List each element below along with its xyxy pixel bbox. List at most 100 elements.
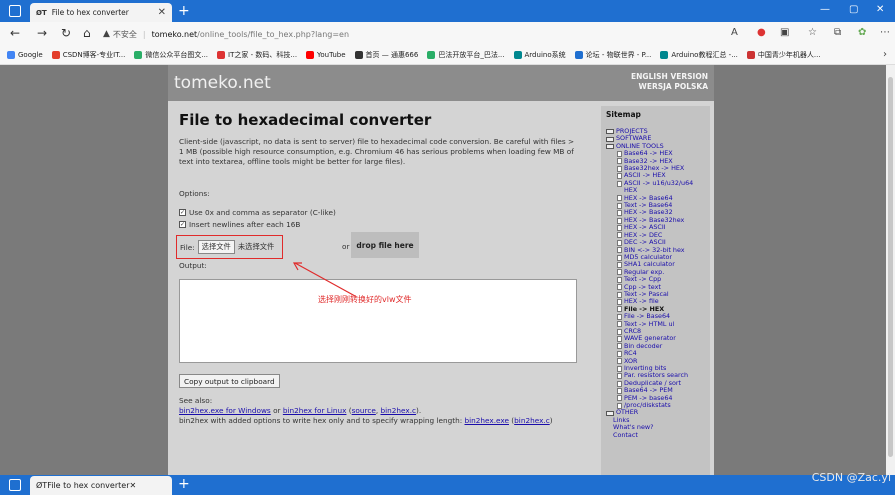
- home-icon[interactable]: ⌂: [83, 26, 91, 40]
- page-icon: [617, 284, 622, 291]
- read-aloud-icon[interactable]: A: [731, 27, 738, 38]
- page-icon: [617, 350, 622, 357]
- see-also-line-2: bin2hex with added options to write hex …: [179, 416, 553, 425]
- csdn-watermark: CSDN @Zac.yi: [811, 471, 891, 484]
- bookmark-item[interactable]: CSDN博客-专业IT...: [51, 50, 125, 60]
- more-menu-icon[interactable]: ⋯: [880, 27, 890, 38]
- page-icon: [617, 276, 622, 283]
- separator-option[interactable]: ✓ Use 0x and comma as separator (C-like): [179, 208, 336, 217]
- bookmark-item[interactable]: 中国青少年机器人...: [746, 50, 821, 60]
- profile-icon[interactable]: ✿: [858, 27, 866, 38]
- choose-file-button[interactable]: 选择文件: [197, 240, 235, 254]
- page-icon: [617, 158, 622, 165]
- maximize-icon[interactable]: ▢: [849, 4, 858, 15]
- back-arrow-icon[interactable]: ←: [10, 26, 20, 40]
- page-icon: [617, 173, 622, 180]
- bin2hex-c-link[interactable]: bin2hex.c: [380, 406, 416, 415]
- bin2hex-c-link-2[interactable]: bin2hex.c: [514, 416, 550, 425]
- sitemap-item[interactable]: Text -> HTML ul: [606, 320, 705, 328]
- bookmark-item[interactable]: Google: [7, 51, 43, 59]
- bookmark-item[interactable]: IT之家 - 数码、科技...: [217, 50, 297, 60]
- bookmark-item[interactable]: YouTube: [306, 51, 346, 59]
- newlines-option[interactable]: ✓ Insert newlines after each 16B: [179, 220, 300, 229]
- browser-tab[interactable]: ØT File to hex converter ✕: [30, 3, 172, 22]
- see-also-label: See also:: [179, 396, 213, 405]
- collections-icon[interactable]: ▣: [780, 27, 789, 38]
- bookmark-item[interactable]: Arduino教程汇总 -...: [660, 50, 738, 60]
- page-icon: [617, 291, 622, 298]
- bookmark-label: YouTube: [317, 51, 346, 59]
- folder-icon: [606, 129, 614, 135]
- sitemap-item[interactable]: RC4: [606, 349, 705, 357]
- forward-arrow-icon[interactable]: →: [37, 26, 47, 40]
- page-icon: [617, 395, 622, 402]
- source-link[interactable]: source: [352, 406, 376, 415]
- close-tab-icon-bottom[interactable]: ✕: [129, 481, 136, 490]
- page-icon: [617, 195, 622, 202]
- url-separator: |: [142, 29, 146, 39]
- bookmark-favicon-icon: [51, 51, 60, 59]
- window-menu-icon[interactable]: [9, 5, 21, 17]
- bookmark-favicon-icon: [217, 51, 226, 59]
- output-textarea[interactable]: [179, 279, 577, 363]
- sitemap-item[interactable]: Contact: [606, 431, 705, 439]
- bookmark-item[interactable]: 论坛 - 物联世界 - P...: [574, 50, 652, 60]
- page-icon: [617, 210, 622, 217]
- annotation-text: 选择刚刚转换好的vlw文件: [318, 295, 412, 304]
- page-icon: [617, 336, 622, 343]
- separator-checkbox[interactable]: ✓: [179, 209, 186, 216]
- or-text: or: [270, 406, 283, 415]
- bookmark-label: 微信公众平台图文...: [145, 51, 209, 59]
- bin2hex-linux-link[interactable]: bin2hex for Linux: [283, 406, 347, 415]
- newlines-checkbox[interactable]: ✓: [179, 221, 186, 228]
- bookmark-label: IT之家 - 数码、科技...: [228, 51, 298, 59]
- window-menu-icon-bottom[interactable]: [9, 479, 21, 491]
- extension-icon[interactable]: ●: [757, 27, 766, 38]
- bookmark-label: Google: [18, 51, 43, 59]
- page-scrollbar[interactable]: [886, 65, 895, 475]
- page-icon: [617, 299, 622, 306]
- reload-icon[interactable]: ↻: [61, 26, 71, 40]
- bookmark-item[interactable]: Arduino系统: [513, 50, 566, 60]
- content-area: File to hexadecimal converter Client-sid…: [168, 101, 714, 475]
- bookmark-label: Arduino教程汇总 -...: [671, 51, 738, 59]
- file-input-row: File: 选择文件 未选择文件: [176, 235, 283, 259]
- bookmarks-overflow-icon[interactable]: ›: [883, 49, 887, 60]
- minimize-icon[interactable]: —: [820, 4, 830, 15]
- site-logo[interactable]: tomeko.net: [174, 73, 271, 93]
- new-tab-icon[interactable]: +: [178, 3, 190, 19]
- bookmark-item[interactable]: 首页 — 通惠666: [354, 50, 418, 60]
- drop-zone[interactable]: drop file here: [351, 232, 419, 258]
- close-tab-icon[interactable]: ✕: [158, 7, 166, 18]
- bookmark-favicon-icon: [660, 51, 669, 59]
- tab-favicon: ØT: [36, 8, 47, 17]
- bookmark-favicon-icon: [354, 51, 363, 59]
- bookmark-item[interactable]: 巴法开放平台_巴法...: [427, 50, 505, 60]
- no-file-label: 未选择文件: [237, 242, 275, 251]
- close-window-icon[interactable]: ✕: [876, 4, 884, 15]
- bin2hex-exe-link[interactable]: bin2hex.exe: [464, 416, 509, 425]
- bookmark-favicon-icon: [134, 51, 143, 59]
- page-icon: [617, 373, 622, 380]
- copy-output-button[interactable]: Copy output to clipboard: [179, 374, 280, 388]
- sitemap-title: Sitemap: [606, 110, 641, 119]
- favorites-icon[interactable]: ☆: [808, 27, 817, 38]
- bookmark-label: 论坛 - 物联世界 - P...: [585, 51, 652, 59]
- polish-version-link[interactable]: WERSJA POLSKA: [631, 82, 708, 92]
- bookmark-favicon-icon: [7, 51, 15, 59]
- bookmark-favicon-icon: [574, 51, 583, 59]
- english-version-link[interactable]: ENGLISH VERSION: [631, 72, 708, 82]
- new-tab-icon-bottom[interactable]: +: [178, 476, 190, 492]
- bookmark-label: 中国青少年机器人...: [757, 51, 821, 59]
- bookmark-label: 巴法开放平台_巴法...: [438, 51, 505, 59]
- scrollbar-thumb[interactable]: [888, 77, 893, 457]
- url-field[interactable]: ▲ 不安全 | tomeko.net /online_tools/file_to…: [103, 25, 733, 43]
- browser-tab-bottom[interactable]: ØT File to hex converter ✕: [30, 476, 172, 495]
- sitemap-item[interactable]: Bin decoder: [606, 342, 705, 350]
- bin2hex-windows-link[interactable]: bin2hex.exe for Windows: [179, 406, 271, 415]
- sitemap-item[interactable]: ASCII -> u16/u32/u64: [606, 179, 705, 187]
- page-title: File to hexadecimal converter: [179, 111, 432, 129]
- tab-actions-icon[interactable]: ⧉: [834, 27, 841, 38]
- bookmark-item[interactable]: 微信公众平台图文...: [134, 50, 208, 60]
- folder-icon: [606, 144, 614, 150]
